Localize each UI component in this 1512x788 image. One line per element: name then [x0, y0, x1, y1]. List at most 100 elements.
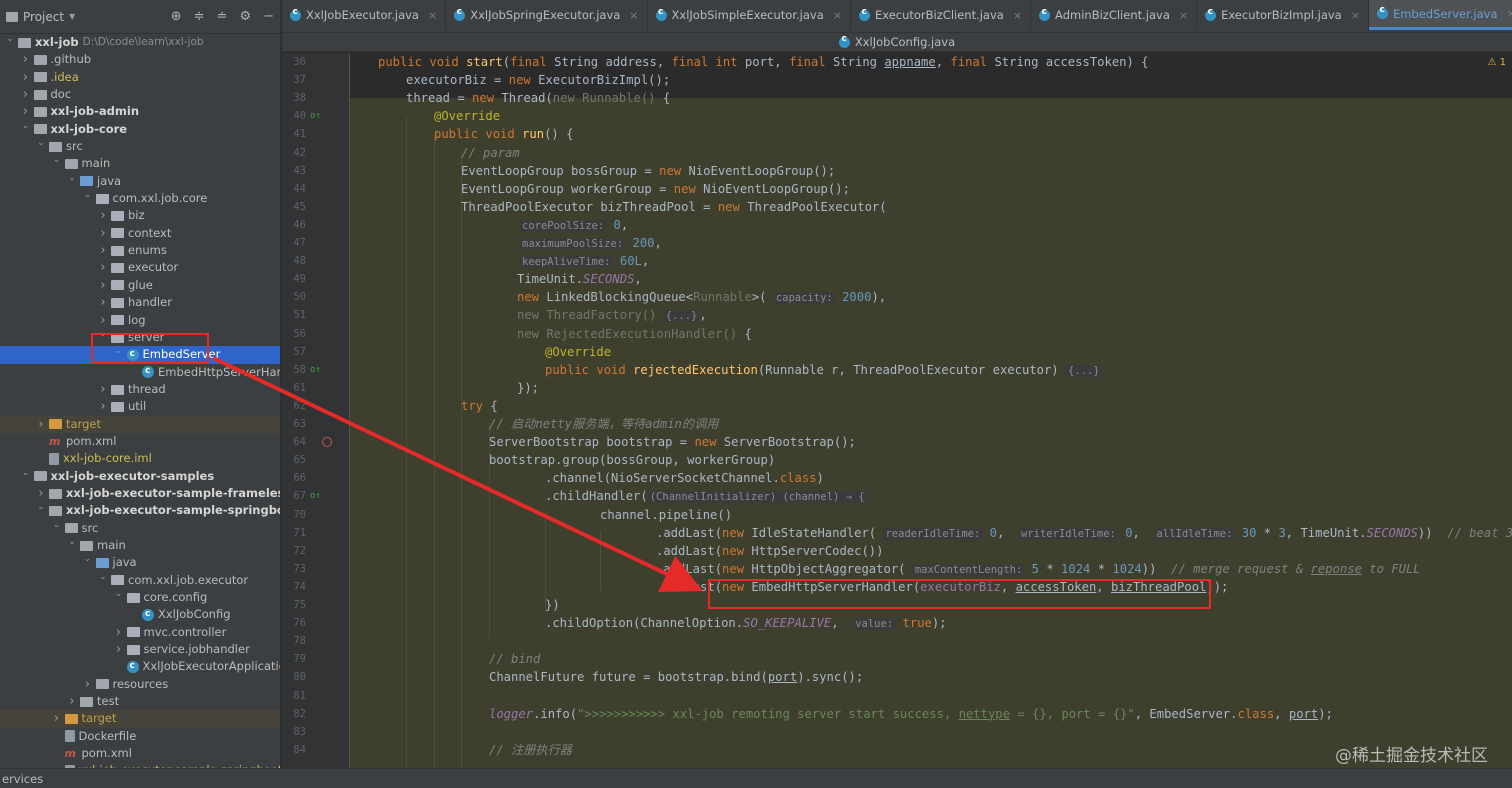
code-line[interactable]: 43 EventLoopGroup bossGroup = new NioEven… — [282, 162, 1512, 180]
tree-item[interactable]: ⌄ xxl-job D:\D\code\learn\xxl-job — [0, 34, 280, 51]
tree-item[interactable]: › mvc.controller — [0, 624, 280, 641]
tree-item[interactable]: xxl-job-core.iml — [0, 450, 280, 467]
chevron-down-icon[interactable]: ⌄ — [82, 187, 94, 204]
tree-item[interactable]: m pom.xml — [0, 745, 280, 762]
code-line[interactable]: 57 @Override — [282, 343, 1512, 361]
chevron-right-icon[interactable]: › — [113, 641, 125, 658]
code-line[interactable]: 81 — [282, 687, 1512, 705]
tree-item[interactable]: › glue — [0, 277, 280, 294]
tree-item[interactable]: › context — [0, 225, 280, 242]
code-line[interactable]: 82 logger.info(">>>>>>>>>>> xxl-job remot… — [282, 705, 1512, 723]
tree-item[interactable]: ⌄ src — [0, 520, 280, 537]
chevron-right-icon[interactable]: › — [97, 398, 109, 415]
code-line[interactable]: 61}); — [282, 379, 1512, 397]
tree-item[interactable]: › service.jobhandler — [0, 641, 280, 658]
override-gutter-icon[interactable]: o↑ — [310, 487, 322, 505]
close-icon[interactable]: × — [833, 9, 842, 22]
chevron-down-icon[interactable]: ⌄ — [51, 152, 63, 169]
code-line[interactable]: 47 maximumPoolSize: 200, — [282, 234, 1512, 252]
code-line[interactable]: 48 keepAliveTime: 60L, — [282, 252, 1512, 270]
chevron-right-icon[interactable]: › — [97, 225, 109, 242]
code-line[interactable]: 64 ServerBootstrap bootstrap = new Server… — [282, 433, 1512, 451]
code-line[interactable]: 40 o↑ @Override — [282, 107, 1512, 125]
project-view-selector[interactable]: Project ▼ — [6, 10, 75, 24]
code-editor[interactable]: 36 public void start(final String address… — [282, 53, 1512, 768]
tree-item[interactable]: › log — [0, 312, 280, 329]
tree-item[interactable]: ⌄ src — [0, 138, 280, 155]
code-line[interactable]: 80 ChannelFuture future = bootstrap.bind(… — [282, 668, 1512, 686]
code-line[interactable]: 84 // 注册执行器 — [282, 741, 1512, 759]
editor-tab[interactable]: XxlJobExecutor.java × — [282, 0, 447, 30]
code-line[interactable]: 37 executorBiz = new ExecutorBizImpl(); — [282, 71, 1512, 89]
code-line[interactable]: 42 // param — [282, 144, 1512, 162]
chevron-right-icon[interactable]: › — [97, 277, 109, 294]
warning-indicator[interactable]: ⚠ 1 — [1487, 57, 1506, 68]
close-icon[interactable]: × — [1013, 9, 1022, 22]
tree-item[interactable]: › .github — [0, 51, 280, 68]
chevron-right-icon[interactable]: › — [82, 676, 94, 693]
chevron-right-icon[interactable]: › — [35, 416, 47, 433]
chevron-right-icon[interactable]: › — [97, 381, 109, 398]
tab-xxljobconfig[interactable]: XxlJobConfig.java — [831, 33, 963, 52]
code-line[interactable]: 70 channel.pipeline() — [282, 506, 1512, 524]
code-line[interactable]: 49 TimeUnit.SECONDS, — [282, 270, 1512, 288]
code-line[interactable]: 45 ThreadPoolExecutor bizThreadPool = new… — [282, 198, 1512, 216]
code-line[interactable]: 36 public void start(final String address… — [282, 53, 1512, 71]
tree-item[interactable]: › doc — [0, 86, 280, 103]
tree-item[interactable]: ⌄ xxl-job-executor-sample-springboot — [0, 502, 280, 519]
chevron-right-icon[interactable]: › — [113, 624, 125, 641]
override-gutter-icon[interactable]: o↑ — [310, 361, 322, 379]
chevron-right-icon[interactable]: › — [66, 693, 78, 710]
close-icon[interactable]: × — [1351, 9, 1360, 22]
code-line[interactable]: 63 // 启动netty服务端，等待admin的调用 — [282, 415, 1512, 433]
code-line[interactable]: 71 .addLast(new IdleStateHandler( readerI… — [282, 524, 1512, 542]
code-line[interactable]: 73 .addLast(new HttpObjectAggregator( max… — [282, 560, 1512, 578]
breakpoint-icon[interactable] — [322, 437, 332, 448]
tree-item[interactable]: ⌄ main — [0, 155, 280, 172]
code-line[interactable]: 44 EventLoopGroup workerGroup = new NioEv… — [282, 180, 1512, 198]
code-line[interactable]: 79 // bind — [282, 650, 1512, 668]
locate-icon[interactable]: ⊕ — [171, 9, 182, 24]
close-icon[interactable]: × — [629, 9, 638, 22]
chevron-right-icon[interactable]: › — [97, 294, 109, 311]
tree-item[interactable]: XxlJobConfig — [0, 606, 280, 623]
code-line[interactable]: 51 new ThreadFactory() {...}, — [282, 306, 1512, 324]
tree-item[interactable]: › target — [0, 710, 280, 728]
close-icon[interactable]: × — [1507, 7, 1512, 20]
code-line[interactable]: 46 corePoolSize: 0, — [282, 216, 1512, 234]
code-line[interactable]: 38 thread = new Thread(new Runnable() { — [282, 89, 1512, 107]
gear-icon[interactable]: ⚙ — [239, 9, 251, 24]
tree-item[interactable]: › test — [0, 693, 280, 710]
chevron-down-icon[interactable]: ⌄ — [97, 569, 109, 586]
tree-item[interactable]: ⌄ java — [0, 554, 280, 571]
code-line[interactable]: 58 o↑ public void rejectedExecution(Runnab… — [282, 361, 1512, 379]
editor-tab[interactable]: EmbedServer.java × — [1368, 0, 1512, 30]
chevron-down-icon[interactable]: ⌄ — [20, 465, 32, 482]
chevron-down-icon[interactable]: ⌄ — [66, 534, 78, 551]
chevron-right-icon[interactable]: › — [20, 69, 32, 86]
code-line[interactable]: 56 new RejectedExecutionHandler() { — [282, 325, 1512, 343]
override-gutter-icon[interactable]: o↑ — [310, 107, 322, 125]
collapse-all-icon[interactable]: ≐ — [217, 9, 228, 24]
chevron-right-icon[interactable]: › — [97, 242, 109, 259]
code-line[interactable]: 72 .addLast(new HttpServerCodec()) — [282, 542, 1512, 560]
minimize-icon[interactable]: − — [263, 9, 274, 24]
chevron-down-icon[interactable]: ⌄ — [113, 586, 125, 603]
chevron-down-icon[interactable]: ⌄ — [82, 551, 94, 568]
tree-item[interactable]: ⌄ com.xxl.job.executor — [0, 572, 280, 589]
code-line[interactable]: 83 — [282, 723, 1512, 741]
tree-item[interactable]: XxlJobExecutorApplication — [0, 658, 280, 675]
chevron-down-icon[interactable]: ⌄ — [20, 118, 32, 135]
close-icon[interactable]: × — [428, 9, 437, 22]
project-tree[interactable]: ⌄ xxl-job D:\D\code\learn\xxl-job › .github ›… — [0, 34, 280, 768]
tree-item[interactable]: › biz — [0, 207, 280, 224]
chevron-right-icon[interactable]: › — [97, 207, 109, 224]
expand-all-icon[interactable]: ≑ — [194, 9, 205, 24]
tree-item[interactable]: › enums — [0, 242, 280, 259]
editor-tab[interactable]: XxlJobSpringExecutor.java × — [446, 0, 648, 30]
tree-item[interactable]: m pom.xml — [0, 433, 280, 450]
editor-tab[interactable]: ExecutorBizClient.java × — [851, 0, 1032, 30]
code-line[interactable]: 50 new LinkedBlockingQueue<Runnable>( cap… — [282, 288, 1512, 306]
chevron-down-icon[interactable]: ⌄ — [4, 31, 16, 48]
tree-item[interactable]: Dockerfile — [0, 728, 280, 745]
